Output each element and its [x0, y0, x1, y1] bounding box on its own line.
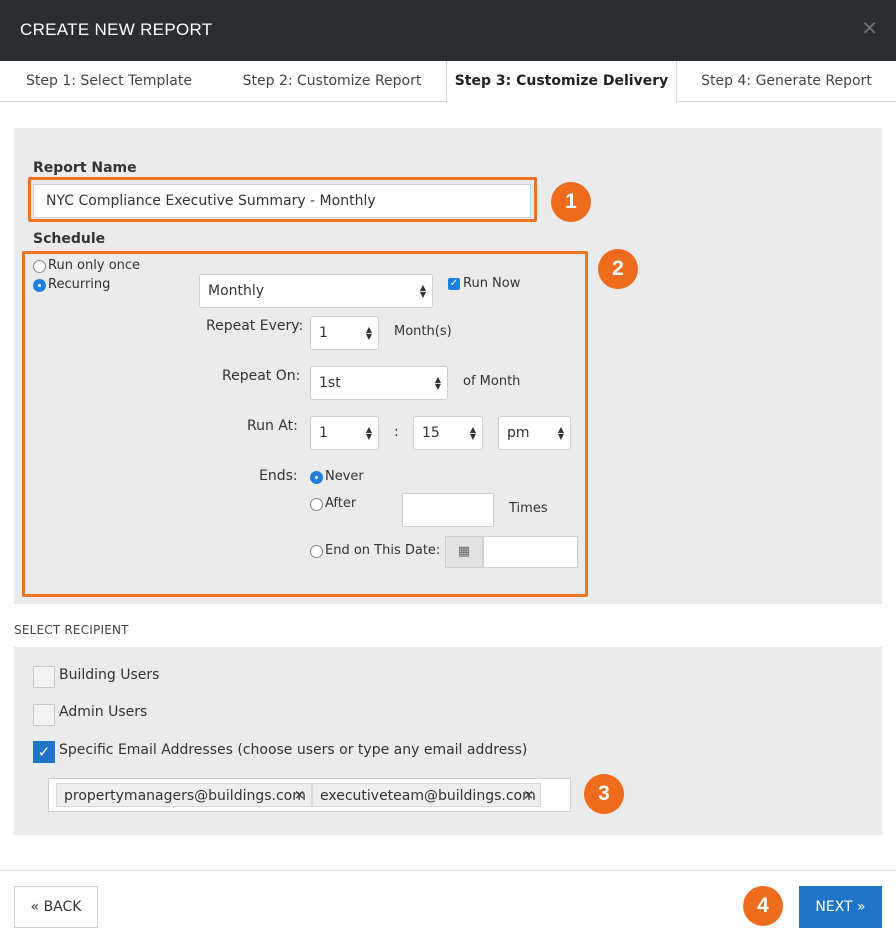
ends-times-label: Times	[509, 501, 548, 516]
specific-emails-label: Specific Email Addresses (choose users o…	[59, 742, 528, 758]
repeat-on-value: 1st	[319, 375, 341, 391]
building-users-checkbox[interactable]	[33, 666, 55, 688]
callout-badge-3: 3	[584, 774, 624, 814]
repeat-every-unit: Month(s)	[394, 324, 452, 339]
run-at-label: Run At:	[247, 418, 298, 434]
back-button[interactable]: « BACK	[14, 886, 98, 928]
modal-title: CREATE NEW REPORT	[20, 20, 213, 39]
ends-on-date-label: End on This Date:	[325, 543, 441, 558]
next-button[interactable]: NEXT »	[799, 886, 882, 928]
select-arrows-icon: ▲ ▼	[419, 283, 426, 299]
run-once-label: Run only once	[48, 258, 141, 273]
select-arrows-icon: ▲ ▼	[469, 425, 476, 441]
repeat-on-select[interactable]: 1st ▲ ▼	[310, 366, 448, 400]
run-at-ampm-select[interactable]: pm ▲ ▼	[498, 416, 571, 450]
calendar-icon[interactable]: ▦	[445, 536, 483, 568]
run-at-separator: :	[394, 424, 399, 440]
modal-header: CREATE NEW REPORT ✕	[0, 0, 896, 61]
ends-on-date-radio[interactable]	[310, 545, 323, 558]
next-button-label: NEXT	[815, 899, 853, 915]
repeat-every-select[interactable]: 1 ▲ ▼	[310, 316, 379, 350]
run-once-radio[interactable]	[33, 260, 46, 273]
report-name-label: Report Name	[33, 160, 137, 176]
email-tag: executiveteam@buildings.com ×	[312, 783, 541, 807]
footer-divider	[0, 870, 896, 871]
ends-after-radio[interactable]	[310, 498, 323, 511]
step-tabs: Step 1: Select Template Step 2: Customiz…	[0, 61, 896, 103]
ends-never-label: Never	[325, 469, 364, 484]
building-users-label: Building Users	[59, 667, 160, 683]
frequency-value: Monthly	[208, 283, 265, 299]
select-arrows-icon: ▲ ▼	[557, 425, 564, 441]
tab-select-template[interactable]: Step 1: Select Template	[0, 61, 218, 102]
repeat-every-label: Repeat Every:	[206, 318, 304, 334]
select-arrows-icon: ▲ ▼	[365, 325, 372, 341]
run-at-hour-value: 1	[319, 425, 328, 441]
run-at-ampm-value: pm	[507, 425, 530, 441]
ends-on-date-input[interactable]	[483, 536, 578, 568]
remove-tag-icon[interactable]: ×	[294, 784, 305, 808]
recurring-radio[interactable]	[33, 279, 46, 292]
ends-after-label: After	[325, 496, 357, 511]
run-now-checkbox[interactable]: ✓	[448, 278, 460, 290]
select-arrows-icon: ▲ ▼	[365, 425, 372, 441]
close-icon[interactable]: ✕	[861, 18, 878, 38]
select-recipient-heading: SELECT RECIPIENT	[14, 623, 129, 637]
tab-customize-report[interactable]: Step 2: Customize Report	[218, 61, 446, 102]
run-at-hour-select[interactable]: 1 ▲ ▼	[310, 416, 379, 450]
report-name-input[interactable]: NYC Compliance Executive Summary - Month…	[33, 184, 531, 218]
run-now-label: Run Now	[463, 276, 521, 291]
admin-users-label: Admin Users	[59, 704, 148, 720]
double-chevron-left-icon: «	[30, 899, 40, 915]
tab-customize-delivery[interactable]: Step 3: Customize Delivery	[446, 61, 677, 103]
ends-after-count-input[interactable]	[402, 493, 494, 527]
email-tag: propertymanagers@buildings.com ×	[56, 783, 312, 807]
recurring-label: Recurring	[48, 277, 111, 292]
specific-emails-checkbox[interactable]: ✓	[33, 741, 55, 763]
ends-never-radio[interactable]	[310, 471, 323, 484]
frequency-select[interactable]: Monthly ▲ ▼	[199, 274, 433, 308]
tab-generate-report[interactable]: Step 4: Generate Report	[677, 61, 896, 102]
callout-badge-4: 4	[743, 886, 783, 926]
ends-label: Ends:	[259, 468, 298, 484]
run-at-minute-value: 15	[422, 425, 440, 441]
back-button-label: BACK	[43, 899, 82, 915]
email-tag-input[interactable]: propertymanagers@buildings.com × executi…	[48, 778, 571, 812]
callout-badge-2: 2	[598, 249, 638, 289]
repeat-on-label: Repeat On:	[222, 368, 301, 384]
admin-users-checkbox[interactable]	[33, 704, 55, 726]
callout-badge-1: 1	[551, 182, 591, 222]
repeat-on-suffix: of Month	[463, 374, 521, 389]
double-chevron-right-icon: »	[857, 899, 866, 915]
repeat-every-value: 1	[319, 325, 328, 341]
select-arrows-icon: ▲ ▼	[434, 375, 441, 391]
schedule-label: Schedule	[33, 231, 106, 247]
run-at-minute-select[interactable]: 15 ▲ ▼	[413, 416, 483, 450]
email-tag-text: propertymanagers@buildings.com	[64, 788, 306, 804]
remove-tag-icon[interactable]: ×	[523, 784, 534, 808]
email-tag-text: executiveteam@buildings.com	[320, 788, 536, 804]
